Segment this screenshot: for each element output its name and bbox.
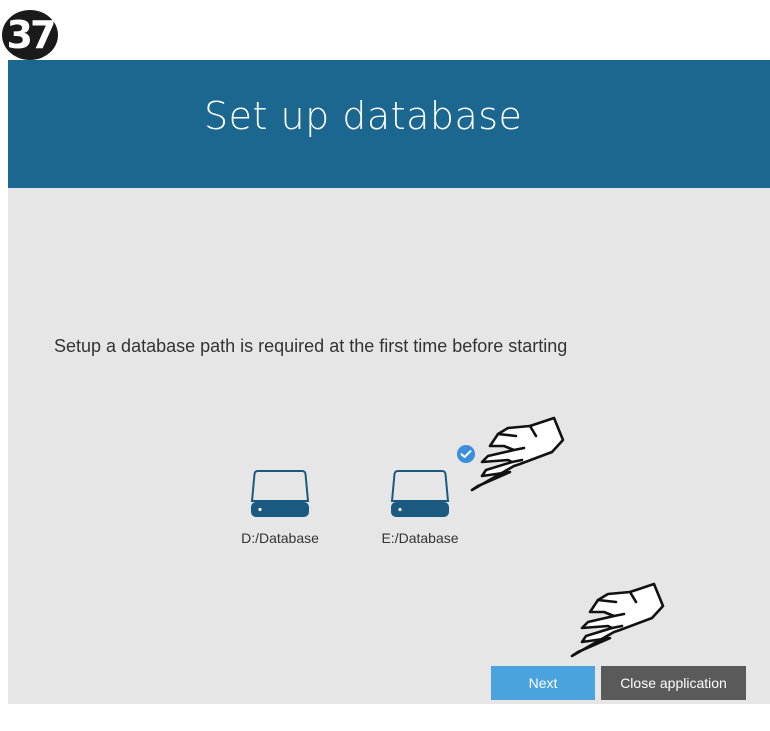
drive-option-e[interactable]: E:/Database <box>360 468 480 546</box>
window-header: Set up database <box>8 60 770 188</box>
setup-database-window: Set up database Setup a database path is… <box>8 60 770 704</box>
drive-option-d[interactable]: D:/Database <box>220 468 340 546</box>
pointing-hand-icon <box>570 582 665 658</box>
pointing-hand-icon <box>470 416 565 492</box>
hard-drive-icon <box>390 470 450 517</box>
drive-label: E:/Database <box>381 530 459 546</box>
next-button[interactable]: Next <box>491 666 595 700</box>
step-number-badge: 37 <box>2 10 58 60</box>
page-title: Set up database <box>204 94 523 138</box>
hard-drive-icon <box>250 470 310 517</box>
drive-label: D:/Database <box>241 530 319 546</box>
close-application-button[interactable]: Close application <box>601 666 746 700</box>
instruction-text: Setup a database path is required at the… <box>54 336 568 356</box>
